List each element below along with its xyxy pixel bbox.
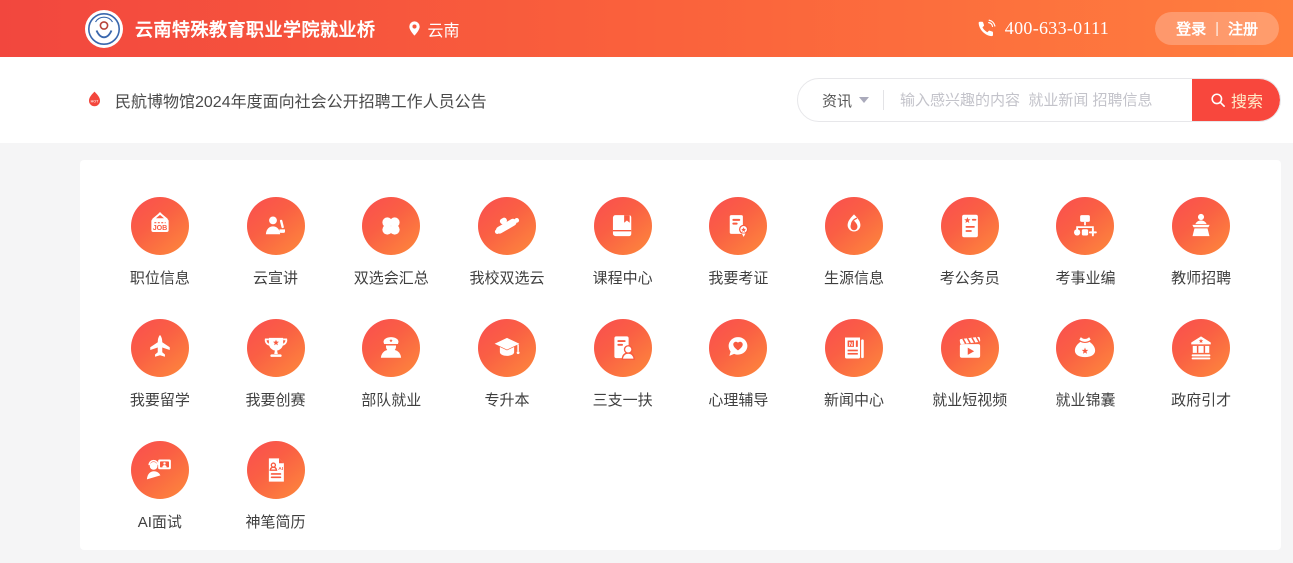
handshake-icon — [478, 197, 536, 255]
app-item-certificate[interactable]: 我要考证 — [680, 197, 796, 288]
book-icon — [594, 197, 652, 255]
announcement-text: 民航博物馆2024年度面向社会公开招聘工作人员公告 — [115, 88, 487, 112]
ai-interview-icon — [131, 441, 189, 499]
announcement-search-bar: HOT 民航博物馆2024年度面向社会公开招聘工作人员公告 资讯 搜索 — [0, 57, 1293, 143]
quick-entry-card: JOB 职位信息 云宣讲 双选会汇总 我校双选云 课程中心 我要考证 生源信息 考公务员 考事业编… — [80, 160, 1281, 550]
app-item-plane[interactable]: 我要留学 — [102, 319, 218, 410]
app-label: 心理辅导 — [708, 389, 768, 410]
org-chart-icon — [1056, 197, 1114, 255]
app-label: 神笔简历 — [246, 511, 306, 532]
presenter-icon — [247, 197, 305, 255]
location-pin-icon — [406, 20, 423, 37]
app-label: 课程中心 — [593, 267, 653, 288]
school-logo — [84, 9, 124, 49]
app-label: 新闻中心 — [824, 389, 884, 410]
app-item-resume[interactable]: AI 神笔简历 — [218, 441, 334, 532]
app-label: 就业短视频 — [932, 389, 1007, 410]
lecturer-icon — [1172, 197, 1230, 255]
register-label[interactable]: 注册 — [1228, 18, 1258, 39]
search-input[interactable] — [884, 92, 1192, 109]
search-button[interactable]: 搜索 — [1192, 78, 1280, 122]
app-item-handshake[interactable]: 我校双选云 — [449, 197, 565, 288]
app-item-gov-building[interactable]: 政府引才 — [1143, 319, 1259, 410]
app-item-soldier[interactable]: 部队就业 — [333, 319, 449, 410]
app-label: 部队就业 — [361, 389, 421, 410]
app-label: 我要留学 — [130, 389, 190, 410]
newspaper-icon: N — [825, 319, 883, 377]
app-item-money-bag[interactable]: 就业锦囊 — [1028, 319, 1144, 410]
site-title: 云南特殊教育职业学院就业桥 — [135, 16, 376, 42]
chevron-down-icon — [859, 97, 869, 103]
money-bag-icon — [1056, 319, 1114, 377]
app-item-chat-heart[interactable]: 心理辅导 — [680, 319, 796, 410]
app-label: 我要创赛 — [246, 389, 306, 410]
search-bar: 资讯 搜索 — [797, 78, 1281, 122]
app-label: 政府引才 — [1171, 389, 1231, 410]
chat-heart-icon — [709, 319, 767, 377]
app-item-ai-interview[interactable]: AI面试 — [102, 441, 218, 532]
app-label: 就业锦囊 — [1055, 389, 1115, 410]
auth-divider: | — [1215, 20, 1219, 37]
search-category-dropdown[interactable]: 资讯 — [798, 90, 883, 111]
gov-building-icon — [1172, 319, 1230, 377]
app-item-org-chart[interactable]: 考事业编 — [1028, 197, 1144, 288]
svg-text:HOT: HOT — [91, 99, 99, 103]
app-label: 三支一扶 — [593, 389, 653, 410]
exam-doc-icon — [941, 197, 999, 255]
app-item-presenter[interactable]: 云宣讲 — [218, 197, 334, 288]
app-label: 考公务员 — [940, 267, 1000, 288]
app-item-lecturer[interactable]: 教师招聘 — [1143, 197, 1259, 288]
hot-announcement-link[interactable]: HOT 民航博物馆2024年度面向社会公开招聘工作人员公告 — [84, 88, 487, 112]
location-label: 云南 — [428, 17, 460, 41]
job-sign-icon: JOB — [131, 197, 189, 255]
trophy-icon — [247, 319, 305, 377]
search-button-label: 搜索 — [1231, 88, 1263, 112]
svg-text:N: N — [849, 342, 853, 348]
app-label: 职位信息 — [130, 267, 190, 288]
app-grid: JOB 职位信息 云宣讲 双选会汇总 我校双选云 课程中心 我要考证 生源信息 考公务员 考事业编… — [102, 197, 1259, 532]
app-item-flame[interactable]: 生源信息 — [796, 197, 912, 288]
app-item-trophy[interactable]: 我要创赛 — [218, 319, 334, 410]
certificate-icon — [709, 197, 767, 255]
flame-icon — [825, 197, 883, 255]
hot-flame-icon: HOT — [84, 90, 105, 111]
app-label: 生源信息 — [824, 267, 884, 288]
app-item-exam-doc[interactable]: 考公务员 — [912, 197, 1028, 288]
top-header: 云南特殊教育职业学院就业桥 云南 400-633-0111 登录 | 注册 — [0, 0, 1293, 57]
graduation-cap-icon — [478, 319, 536, 377]
app-item-graduation-cap[interactable]: 专升本 — [449, 319, 565, 410]
svg-text:AI: AI — [278, 466, 284, 472]
svg-text:JOB: JOB — [153, 224, 168, 232]
app-label: 教师招聘 — [1171, 267, 1231, 288]
plane-icon — [131, 319, 189, 377]
phone-icon — [977, 19, 996, 38]
app-label: 双选会汇总 — [354, 267, 429, 288]
search-category-label: 资讯 — [822, 90, 852, 111]
app-label: 云宣讲 — [253, 267, 298, 288]
hotline: 400-633-0111 — [977, 18, 1109, 39]
app-item-doc-person[interactable]: 三支一扶 — [565, 319, 681, 410]
app-item-clover[interactable]: 双选会汇总 — [333, 197, 449, 288]
clover-icon — [362, 197, 420, 255]
app-label: AI面试 — [138, 511, 182, 532]
clapperboard-icon — [941, 319, 999, 377]
app-item-job-sign[interactable]: JOB 职位信息 — [102, 197, 218, 288]
app-item-clapperboard[interactable]: 就业短视频 — [912, 319, 1028, 410]
resume-icon: AI — [247, 441, 305, 499]
hotline-number: 400-633-0111 — [1005, 18, 1109, 39]
login-register-button[interactable]: 登录 | 注册 — [1155, 12, 1279, 45]
app-label: 我校双选云 — [469, 267, 544, 288]
app-label: 考事业编 — [1055, 267, 1115, 288]
location-selector[interactable]: 云南 — [406, 17, 460, 41]
app-item-newspaper[interactable]: N 新闻中心 — [796, 319, 912, 410]
app-label: 我要考证 — [708, 267, 768, 288]
app-label: 专升本 — [484, 389, 529, 410]
doc-person-icon — [594, 319, 652, 377]
soldier-icon — [362, 319, 420, 377]
login-label[interactable]: 登录 — [1176, 18, 1206, 39]
app-item-book[interactable]: 课程中心 — [565, 197, 681, 288]
search-icon — [1209, 91, 1227, 109]
